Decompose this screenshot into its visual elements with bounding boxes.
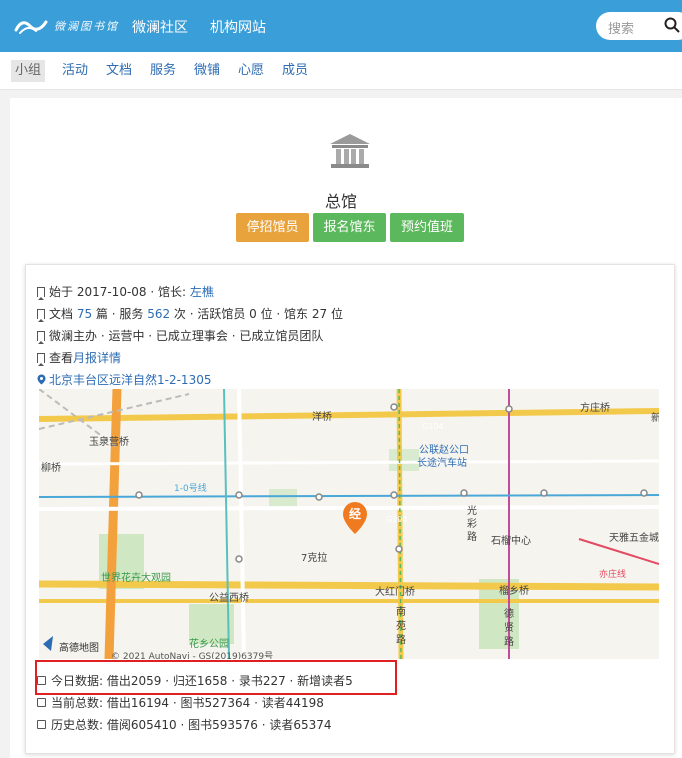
bookmark-icon — [37, 353, 45, 366]
svg-text:德: 德 — [504, 607, 514, 620]
svg-text:新: 新 — [651, 411, 659, 424]
svg-text:路: 路 — [396, 633, 406, 646]
join-donor-button[interactable]: 报名馆东 — [313, 213, 386, 242]
subnav-wishes[interactable]: 心愿 — [234, 60, 268, 82]
svg-text:公益西桥: 公益西桥 — [209, 591, 249, 604]
svg-text:长途汽车站: 长途汽车站 — [417, 456, 467, 469]
library-building-icon — [330, 134, 370, 168]
site-logo[interactable]: 微澜图书馆 — [14, 12, 119, 40]
stats-history: 历史总数: 借阅605410 · 图书593576 · 读者65374 — [37, 716, 332, 733]
svg-text:榴乡桥: 榴乡桥 — [499, 584, 529, 597]
sub-navbar: 小组 活动 文档 服务 微铺 心愿 成员 — [0, 52, 682, 90]
svg-text:石榴中心: 石榴中心 — [491, 534, 531, 547]
subnav-members[interactable]: 成员 — [278, 60, 312, 82]
subnav-services[interactable]: 服务 — [146, 60, 180, 82]
svg-text:花乡公园: 花乡公园 — [189, 637, 229, 650]
svg-text:G104: G104 — [422, 422, 443, 431]
data-icon — [37, 698, 46, 707]
nav-community[interactable]: 微澜社区 — [132, 17, 188, 37]
subnav-groups[interactable]: 小组 — [11, 60, 46, 82]
svg-text:柳桥: 柳桥 — [41, 461, 61, 474]
data-icon — [37, 676, 46, 685]
svg-text:方庄桥: 方庄桥 — [580, 401, 610, 414]
svg-text:玉泉营桥: 玉泉营桥 — [89, 435, 129, 448]
svg-text:天雅五金城: 天雅五金城 — [609, 531, 659, 544]
svg-text:苑: 苑 — [396, 619, 406, 632]
location-map[interactable]: 经 洋桥 方庄桥 G104 公联赵公口 长途汽车站 柳桥 玉泉营桥 1-0号线 … — [39, 389, 659, 659]
leader-link[interactable]: 左樵 — [190, 285, 214, 299]
stats-current: 当前总数: 借出16194 · 图书527364 · 读者44198 — [37, 694, 324, 711]
svg-text:光: 光 — [467, 504, 477, 517]
map-canvas: 经 洋桥 方庄桥 G104 公联赵公口 长途汽车站 柳桥 玉泉营桥 1-0号线 … — [39, 389, 659, 659]
monthly-line: 查看月报详情 — [37, 349, 121, 366]
bookmark-icon — [37, 309, 45, 322]
docs-count-link[interactable]: 75 — [77, 307, 92, 321]
svg-text:大红门桥: 大红门桥 — [375, 585, 415, 598]
svg-text:世界花卉大观园: 世界花卉大观园 — [101, 571, 171, 584]
subnav-docs[interactable]: 文档 — [102, 60, 136, 82]
search-box[interactable]: 搜索 — [596, 12, 682, 40]
book-shift-button[interactable]: 预约值班 — [390, 213, 464, 242]
svg-text:南: 南 — [396, 605, 406, 618]
svg-text:经: 经 — [349, 506, 361, 521]
svg-text:路: 路 — [467, 530, 477, 543]
service-count-link[interactable]: 562 — [147, 307, 170, 321]
svg-text:彩: 彩 — [467, 518, 477, 530]
monthly-prefix: 查看 — [49, 351, 74, 365]
founded-text: 始于 2017-10-08 · 馆长: — [49, 285, 190, 299]
address-line: 北京丰台区远洋自然1-2-1305 — [37, 371, 211, 388]
logo-mark-icon — [14, 20, 48, 34]
svg-text:洋桥: 洋桥 — [312, 410, 332, 423]
docs-line: 文档 75 篇 · 服务 562 次 · 活跃馆员 0 位 · 馆东 27 位 — [37, 305, 343, 322]
subnav-events[interactable]: 活动 — [58, 60, 92, 82]
docs-mid: 篇 · 服务 — [92, 307, 148, 321]
subnav-shop[interactable]: 微铺 — [190, 60, 224, 82]
group-title: 总馆 — [324, 192, 357, 211]
monthly-report-link[interactable]: 月报详情 — [73, 351, 121, 365]
docs-prefix: 文档 — [49, 307, 77, 321]
stats-today-text: 今日数据: 借出2059 · 归还1658 · 录书227 · 新增读者5 — [51, 674, 353, 688]
svg-text:贤: 贤 — [504, 622, 514, 634]
top-navbar: 微澜图书馆 微澜社区 机构网站 搜索 — [0, 0, 682, 52]
map-copyright: © 2021 AutoNavi - GS(2019)6379号 — [111, 651, 273, 659]
svg-text:1-0号线: 1-0号线 — [174, 482, 207, 494]
svg-text:亦庄线: 亦庄线 — [599, 568, 626, 580]
address-link[interactable]: 北京丰台区远洋自然1-2-1305 — [49, 373, 211, 387]
stats-history-text: 历史总数: 借阅605410 · 图书593576 · 读者65374 — [51, 718, 332, 732]
status-text: 微澜主办 · 运营中 · 已成立理事会 · 已成立馆员团队 — [49, 329, 324, 343]
search-input[interactable]: 搜索 — [608, 18, 634, 37]
search-icon[interactable] — [664, 17, 680, 33]
stats-current-text: 当前总数: 借出16194 · 图书527364 · 读者44198 — [51, 696, 324, 710]
svg-text:G104: G104 — [386, 515, 407, 524]
location-pin-icon — [37, 374, 46, 385]
bookmark-icon — [37, 287, 45, 300]
svg-text:路: 路 — [504, 635, 514, 648]
logo-text: 微澜图书馆 — [54, 20, 119, 33]
stats-today: 今日数据: 借出2059 · 归还1658 · 录书227 · 新增读者5 — [37, 672, 353, 689]
nav-org-site[interactable]: 机构网站 — [210, 17, 266, 37]
data-icon — [37, 720, 46, 729]
founded-line: 始于 2017-10-08 · 馆长: 左樵 — [37, 283, 214, 300]
svg-text:高德地图: 高德地图 — [59, 641, 99, 654]
stop-recruit-button[interactable]: 停招馆员 — [236, 213, 309, 242]
status-line: 微澜主办 · 运营中 · 已成立理事会 · 已成立馆员团队 — [37, 327, 323, 344]
svg-text:公联赵公口: 公联赵公口 — [419, 443, 469, 456]
svg-text:7克拉: 7克拉 — [301, 551, 327, 564]
docs-suffix: 次 · 活跃馆员 0 位 · 馆东 27 位 — [170, 307, 343, 321]
bookmark-icon — [37, 331, 45, 344]
